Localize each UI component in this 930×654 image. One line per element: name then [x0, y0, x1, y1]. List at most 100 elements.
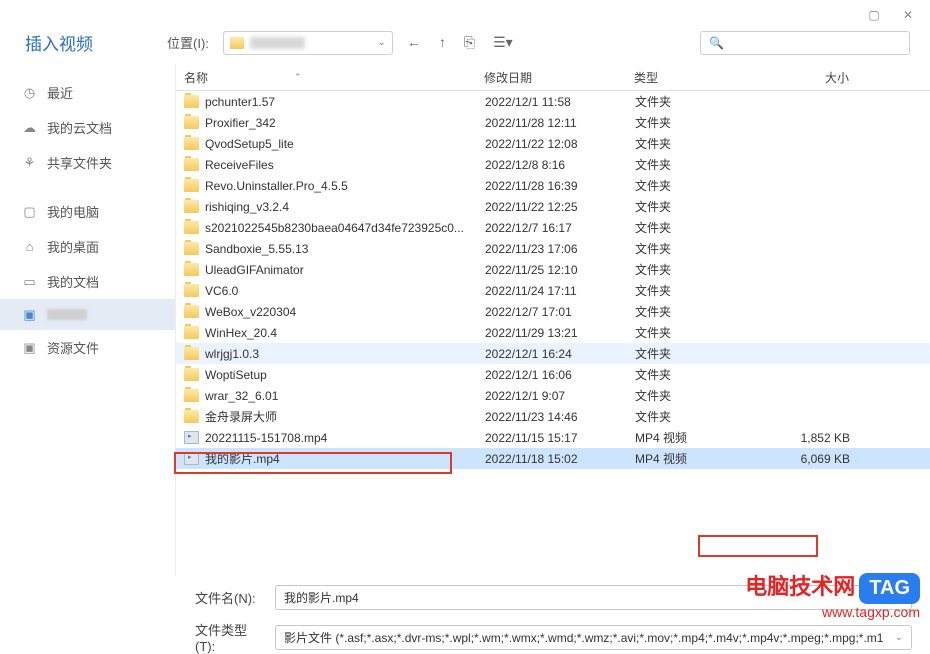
maximize-icon[interactable]: ▢: [867, 8, 881, 22]
sidebar-item[interactable]: ▣: [0, 299, 175, 330]
file-name: ReceiveFiles: [205, 158, 485, 172]
col-name[interactable]: 名称⌃: [184, 69, 484, 86]
file-type: 文件夹: [635, 219, 770, 236]
dialog-title: 插入视频: [25, 30, 93, 55]
close-icon[interactable]: ✕: [901, 8, 915, 22]
view-list-icon[interactable]: ☰▾: [493, 34, 513, 51]
sidebar-item-label: 共享文件夹: [47, 153, 112, 172]
desktop-icon: ⌂: [22, 239, 37, 254]
sidebar-item[interactable]: ☁我的云文档: [0, 110, 175, 145]
monitor-icon: ▢: [22, 204, 37, 219]
sidebar-item-label: 我的桌面: [47, 237, 99, 256]
file-type: 文件夹: [635, 135, 770, 152]
sidebar-item-label: 我的文档: [47, 272, 99, 291]
sidebar-item[interactable]: ⌂ 我的桌面: [0, 229, 175, 264]
file-name: Revo.Uninstaller.Pro_4.5.5: [205, 179, 485, 193]
sidebar: ◷最近☁我的云文档⚘共享文件夹 ▢ 我的电脑 ⌂ 我的桌面 ▭我的文档▣▣资源文件: [0, 65, 175, 575]
filename-input[interactable]: 我的影片.mp4 ⌄: [275, 585, 912, 610]
video-file-icon: [184, 431, 199, 444]
folder-icon: [184, 200, 199, 213]
cloud-icon: ☁: [22, 120, 37, 135]
file-row[interactable]: UleadGIFAnimator2022/11/25 12:10文件夹: [176, 259, 930, 280]
file-date: 2022/11/24 17:11: [485, 284, 635, 298]
folder-icon: [184, 263, 199, 276]
up-icon[interactable]: ↑: [439, 34, 446, 51]
path-dropdown[interactable]: ⌄: [223, 31, 393, 55]
file-date: 2022/12/1 16:24: [485, 347, 635, 361]
file-row[interactable]: 我的影片.mp42022/11/18 15:02MP4 视频6,069 KB: [176, 448, 930, 469]
sort-arrow-icon: ⌃: [294, 72, 302, 83]
file-name: QvodSetup5_lite: [205, 137, 485, 151]
column-header: 名称⌃ 修改日期 类型 大小: [176, 65, 930, 91]
search-input[interactable]: [730, 36, 901, 50]
file-date: 2022/12/7 16:17: [485, 221, 635, 235]
file-row[interactable]: wrar_32_6.012022/12/1 9:07文件夹: [176, 385, 930, 406]
file-row[interactable]: rishiqing_v3.2.42022/11/22 12:25文件夹: [176, 196, 930, 217]
file-name: WoptiSetup: [205, 368, 485, 382]
folder-icon: [184, 284, 199, 297]
path-text: [250, 37, 305, 49]
file-name: Sandboxie_5.55.13: [205, 242, 485, 256]
file-row[interactable]: 20221115-151708.mp42022/11/15 15:17MP4 视…: [176, 427, 930, 448]
file-size: 6,069 KB: [770, 452, 860, 466]
search-box[interactable]: 🔍: [700, 31, 910, 55]
sidebar-item[interactable]: ▢ 我的电脑: [0, 194, 175, 229]
file-date: 2022/11/15 15:17: [485, 431, 635, 445]
sidebar-item-label: 我的电脑: [47, 202, 99, 221]
file-name: wrar_32_6.01: [205, 389, 485, 403]
new-folder-icon[interactable]: ⎘: [464, 34, 475, 51]
sidebar-item[interactable]: ⚘共享文件夹: [0, 145, 175, 180]
file-date: 2022/11/29 13:21: [485, 326, 635, 340]
folder-icon: [184, 389, 199, 402]
file-date: 2022/11/28 12:11: [485, 116, 635, 130]
sidebar-item[interactable]: ◷最近: [0, 75, 175, 110]
chevron-down-icon: ⌄: [895, 592, 903, 603]
file-row[interactable]: Proxifier_3422022/11/28 12:11文件夹: [176, 112, 930, 133]
folder-icon: [184, 95, 199, 108]
filetype-label: 文件类型(T):: [195, 620, 263, 654]
filename-label: 文件名(N):: [195, 588, 263, 607]
file-row[interactable]: Sandboxie_5.55.132022/11/23 17:06文件夹: [176, 238, 930, 259]
col-size[interactable]: 大小: [769, 69, 859, 86]
file-name: Proxifier_342: [205, 116, 485, 130]
file-date: 2022/11/22 12:08: [485, 137, 635, 151]
file-row[interactable]: pchunter1.572022/12/1 11:58文件夹: [176, 91, 930, 112]
col-date[interactable]: 修改日期: [484, 69, 634, 86]
file-date: 2022/12/7 17:01: [485, 305, 635, 319]
file-type: 文件夹: [635, 303, 770, 320]
file-row[interactable]: wlrjgj1.0.32022/12/1 16:24文件夹: [176, 343, 930, 364]
clock-icon: ◷: [22, 85, 37, 100]
folder-icon: [184, 242, 199, 255]
folder-icon: [230, 37, 244, 49]
sidebar-item[interactable]: ▣资源文件: [0, 330, 175, 365]
sidebar-item[interactable]: ▭我的文档: [0, 264, 175, 299]
filetype-dropdown[interactable]: 影片文件 (*.asf;*.asx;*.dvr-ms;*.wpl;*.wm;*.…: [275, 625, 912, 650]
file-date: 2022/11/28 16:39: [485, 179, 635, 193]
video-file-icon: [184, 452, 199, 465]
file-date: 2022/12/1 16:06: [485, 368, 635, 382]
file-type: MP4 视频: [635, 450, 770, 467]
file-type: MP4 视频: [635, 429, 770, 446]
file-row[interactable]: 金舟录屏大师2022/11/23 14:46文件夹: [176, 406, 930, 427]
folder-icon: [184, 221, 199, 234]
file-type: 文件夹: [635, 261, 770, 278]
file-type: 文件夹: [635, 366, 770, 383]
file-row[interactable]: ReceiveFiles2022/12/8 8:16文件夹: [176, 154, 930, 175]
back-icon[interactable]: ←: [407, 34, 421, 51]
file-name: 20221115-151708.mp4: [205, 431, 485, 445]
file-type: 文件夹: [635, 114, 770, 131]
file-name: UleadGIFAnimator: [205, 263, 485, 277]
file-date: 2022/12/8 8:16: [485, 158, 635, 172]
file-row[interactable]: s2021022545b8230baea04647d34fe723925c0..…: [176, 217, 930, 238]
file-row[interactable]: VC6.02022/11/24 17:11文件夹: [176, 280, 930, 301]
file-name: pchunter1.57: [205, 95, 485, 109]
col-type[interactable]: 类型: [634, 69, 769, 86]
file-size: 1,852 KB: [770, 431, 860, 445]
file-row[interactable]: WeBox_v2203042022/12/7 17:01文件夹: [176, 301, 930, 322]
file-row[interactable]: QvodSetup5_lite2022/11/22 12:08文件夹: [176, 133, 930, 154]
file-name: 我的影片.mp4: [205, 450, 485, 467]
file-row[interactable]: WinHex_20.42022/11/29 13:21文件夹: [176, 322, 930, 343]
file-row[interactable]: Revo.Uninstaller.Pro_4.5.52022/11/28 16:…: [176, 175, 930, 196]
folder-icon: [184, 116, 199, 129]
file-row[interactable]: WoptiSetup2022/12/1 16:06文件夹: [176, 364, 930, 385]
